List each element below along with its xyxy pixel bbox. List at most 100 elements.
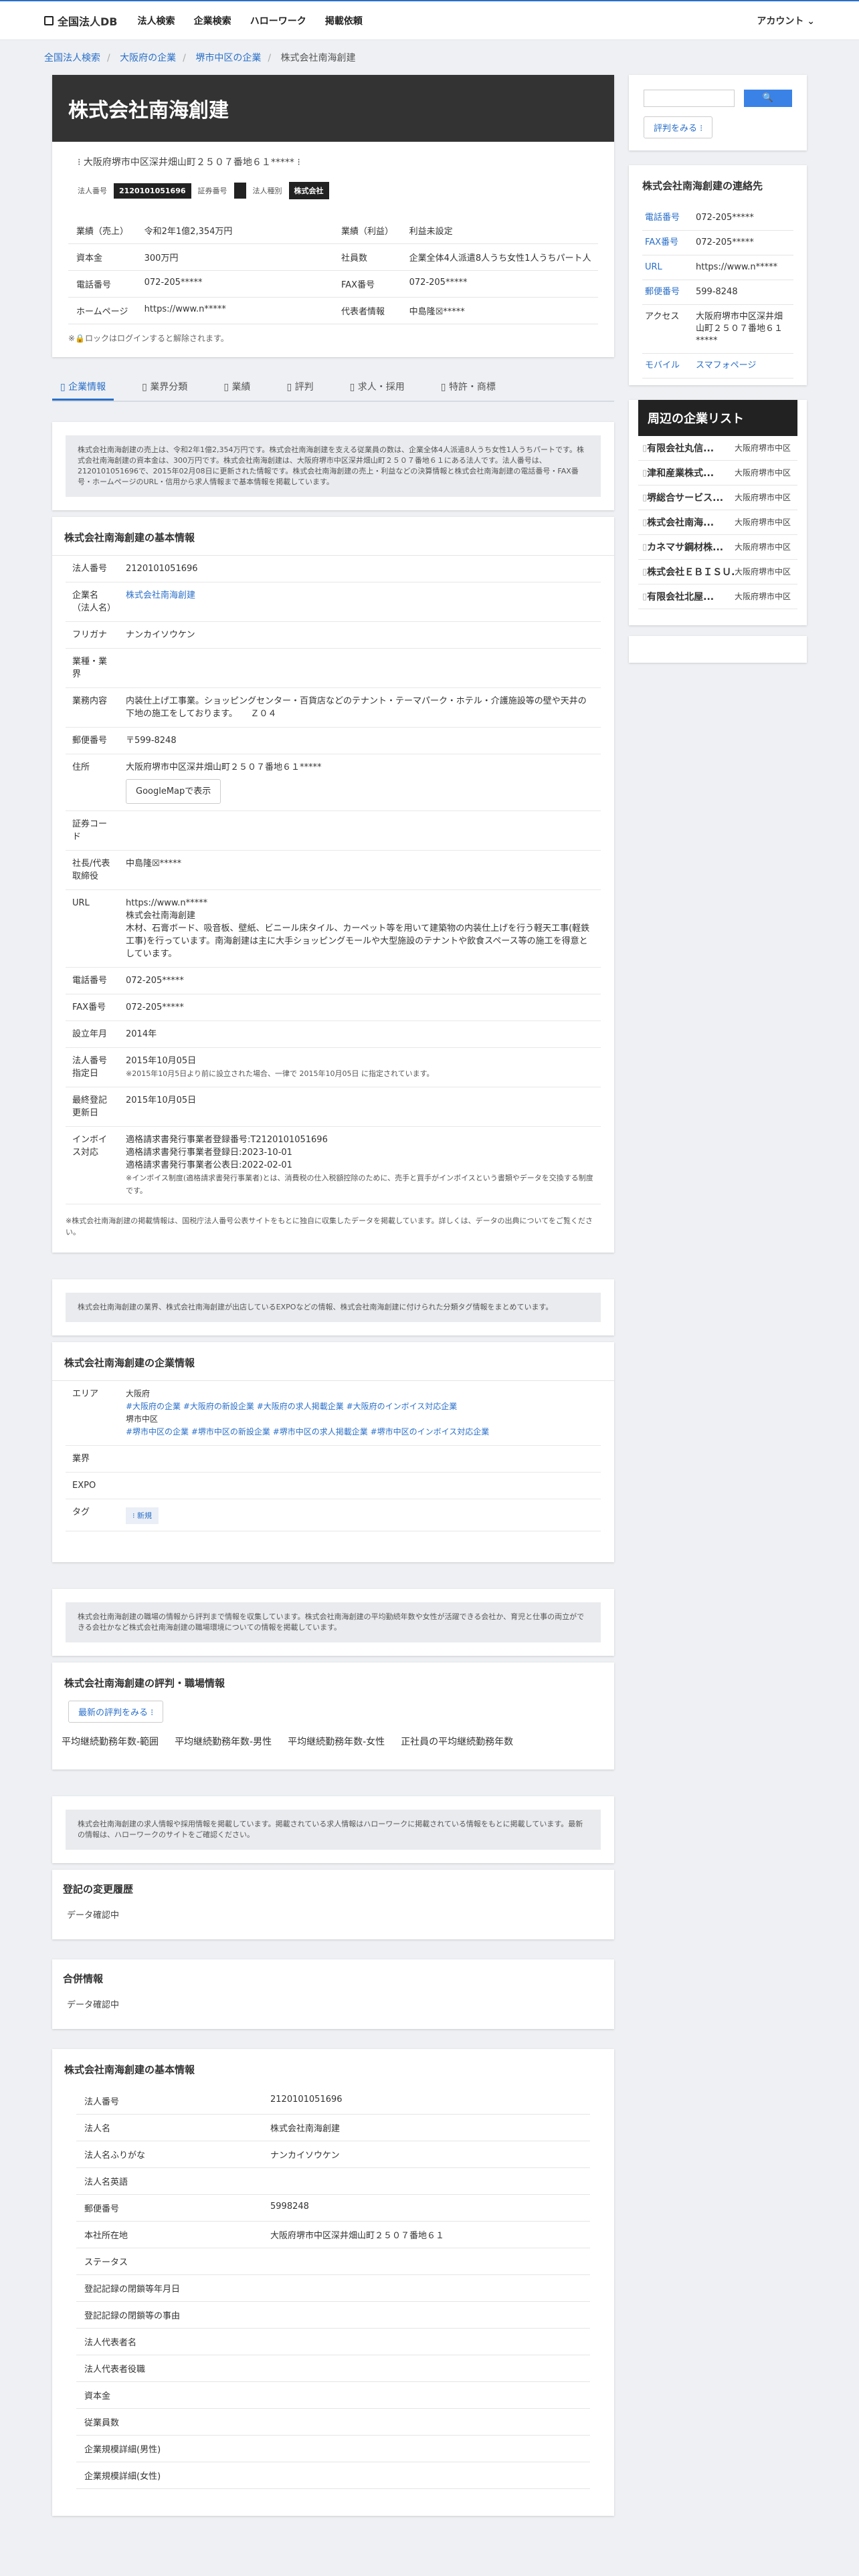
contact-value[interactable]: スマフォページ: [696, 360, 791, 372]
area-tags-osaka[interactable]: #大阪府の企業 #大阪府の新設企業 #大阪府の求人掲載企業 #大阪府のインボイス…: [126, 1400, 594, 1413]
site-logo[interactable]: 全国法人DB: [44, 13, 117, 29]
nearby-item[interactable]: ▯ 津和産業株式... 大阪府堺市中区: [638, 461, 797, 486]
row-label: ステータス: [84, 2258, 128, 2268]
nearby-name: 津和産業株式...: [647, 468, 714, 479]
table-row: 法人番号 2120101051696: [76, 2088, 590, 2115]
row-value: https://www.n***** 株式会社南海創建 木材、石膏ボード、吸音板…: [119, 890, 601, 967]
crumb-osaka[interactable]: 大阪府の企業: [120, 53, 176, 64]
side-search-input[interactable]: [644, 90, 735, 107]
page-title: 株式会社南海創建: [52, 75, 614, 142]
contact-label[interactable]: 郵便番号: [645, 286, 696, 298]
overview-cell: 中島隆☒*****: [409, 307, 465, 317]
nearby-name: 堺総合サービス...: [647, 493, 724, 504]
nearby-card: 周辺の企業リスト ▯ 有限会社丸信... 大阪府堺市中区 ▯ 津和産業株式... 大阪…: [629, 400, 807, 625]
row-value-text: 〒599-8248: [126, 736, 177, 746]
chevron-down-icon: ⌄: [807, 15, 815, 27]
row-value: 適格請求書発行事業者登録番号:T2120101051696 適格請求書発行事業者…: [119, 1127, 601, 1204]
logo-icon: [44, 15, 54, 25]
row-label: 法人番号指定日: [72, 1056, 108, 1079]
table-row: 最終登記更新日 2015年10月05日: [66, 1087, 601, 1127]
overview-cell: 電話番号: [76, 280, 112, 290]
row-label: 本社所在地: [84, 2231, 128, 2241]
nearby-item[interactable]: ▯ 有限会社丸信... 大阪府堺市中区: [638, 436, 797, 461]
nearby-item[interactable]: ▯ カネマサ鋼材株... 大阪府堺市中区: [638, 535, 797, 560]
nearby-item[interactable]: ▯ 株式会社ＥＢＩＳＵ... 大阪府堺市中区: [638, 560, 797, 584]
list-bullet-icon: ▯: [642, 517, 648, 528]
nav-company-search[interactable]: 企業検索: [194, 16, 231, 27]
search-icon[interactable]: 🔍: [744, 90, 792, 107]
row-value: 大阪府堺市中区深井畑山町２５０７番地６１: [270, 2231, 445, 2241]
overview-row: 電話番号 072-205***** FAX番号 072-205*****: [68, 271, 598, 298]
contact-value: 072-205*****: [696, 213, 754, 223]
nearby-item[interactable]: ▯ 有限会社北屋... 大阪府堺市中区: [638, 584, 797, 609]
row-value-text[interactable]: 株式会社南海創建: [126, 589, 594, 602]
overview-cell: 資本金: [76, 253, 103, 263]
tab-reputation[interactable]: ▯ 評判: [278, 374, 321, 401]
row-label: 業務内容: [72, 696, 108, 706]
row-value-text: 2015年10月05日: [126, 1056, 197, 1066]
industry-note-card: 株式会社南海創建の業界、株式会社南海創建が出店しているEXPOなどの情報、株式会…: [52, 1279, 614, 1335]
side-review-button[interactable]: 評判をみる ⁝: [644, 116, 713, 138]
history-card: 登記の変更履歴 データ確認中: [52, 1870, 614, 1939]
contact-label[interactable]: FAX番号: [645, 237, 696, 249]
row-label: 最終登記更新日: [72, 1095, 108, 1118]
side-search-card: 🔍 評判をみる ⁝: [629, 75, 807, 150]
contact-label[interactable]: 電話番号: [645, 212, 696, 224]
site-header: 全国法人DB 法人検索 企業検索 ハローワーク 掲載依頼 アカウント ⌄: [0, 1, 859, 40]
nav-hellowork[interactable]: ハローワーク: [250, 16, 306, 27]
tab-industry[interactable]: ▯ 業界分類: [134, 374, 195, 401]
nav-corp-search[interactable]: 法人検索: [137, 16, 175, 27]
table-row: 法人番号指定日 2015年10月05日 ※2015年10月5日より前に設立された場合…: [66, 1048, 601, 1087]
row-value: [270, 2416, 471, 2428]
overview-cell: https://www.n*****: [144, 304, 226, 314]
contact-row: 電話番号 072-205*****: [642, 206, 793, 231]
table-row: 法人名ふりがな ナンカイソウケン: [76, 2141, 590, 2168]
corp-info-card: 株式会社南海創建の企業情報 エリア 大阪府 #大阪府の企業 #大阪府の新設企業 #…: [52, 1342, 614, 1562]
crumb-sakai-naka[interactable]: 堺市中区の企業: [195, 53, 261, 64]
row-value: 5998248: [270, 2202, 309, 2212]
googlemap-button[interactable]: GoogleMapで表示: [126, 779, 221, 804]
row-label: 登記記録の閉鎖等の事由: [84, 2311, 181, 2321]
nav-listing-request[interactable]: 掲載依頼: [325, 16, 363, 27]
contact-value: 599-8248: [696, 287, 738, 297]
company-address: ⁝ 大阪府堺市中区深井畑山町２５０７番地６１***** ⁝: [78, 157, 300, 168]
overview-cell: 業績（利益）: [341, 227, 394, 237]
tab-company-info[interactable]: ▯ 企業情報: [52, 374, 114, 401]
table-row: 法人名 株式会社南海創建: [76, 2115, 590, 2141]
tab-jobs[interactable]: ▯ 求人・採用: [342, 374, 413, 401]
nearby-item[interactable]: ▯ 堺総合サービス... 大阪府堺市中区: [638, 486, 797, 510]
invoice-note: ※インボイス制度(適格請求書発行事業者)とは、消費税の仕入税額控除のために、売手…: [126, 1174, 593, 1195]
intro-card: 株式会社南海創建の売上は、令和2年1億2,354万円です。株式会社南海創建を支え…: [52, 422, 614, 510]
basic-info-card: 株式会社南海創建の基本情報 法人番号 2120101051696 企業名（法人名） 株…: [52, 517, 614, 1253]
basic-info-table: 法人番号 2120101051696 企業名（法人名） 株式会社南海創建 フリガナ ナンカ…: [66, 556, 601, 1204]
contact-label[interactable]: URL: [645, 261, 696, 274]
row-value: [270, 2255, 471, 2268]
job-note-card: 株式会社南海創建の求人情報や採用情報を掲載しています。掲載されている求人情報はハ…: [52, 1796, 614, 1863]
tag-chip[interactable]: ⁝ 新規: [126, 1507, 159, 1524]
row-value: [119, 649, 601, 687]
row-value: 株式会社南海創建: [119, 582, 601, 621]
table-row: 設立年月 2014年: [66, 1021, 601, 1048]
crumb-all[interactable]: 全国法人検索: [44, 53, 100, 64]
latest-review-button[interactable]: 最新の評判をみる ⁝: [68, 1701, 164, 1723]
contact-value: https://www.n*****: [696, 262, 778, 272]
overview-grid: 業績（売上） 令和2年1億2,354万円 業績（利益） 利益未設定 資本金 300万円 社員…: [68, 217, 598, 324]
nearby-item[interactable]: ▯ 株式会社南海... 大阪府堺市中区: [638, 510, 797, 535]
row-value-text: 072-205*****: [126, 1002, 184, 1012]
tab-performance[interactable]: ▯ 業績: [215, 374, 258, 401]
row-label: 証券コード: [72, 819, 108, 842]
contact-label[interactable]: モバイル: [645, 360, 696, 372]
account-menu[interactable]: アカウント ⌄: [757, 14, 815, 27]
list-bullet-icon: ▯: [642, 443, 648, 453]
table-row: インボイス対応 適格請求書発行事業者登録番号:T2120101051696 適格請…: [66, 1127, 601, 1204]
table-row: 登記記録の閉鎖等年月日: [76, 2275, 590, 2302]
tenure-stats: 平均継続勤務年数-範囲 平均継続勤務年数-男性 平均継続勤務年数-女性 正社員の平均継…: [62, 1737, 514, 1747]
row-value: 大阪府堺市中区深井畑山町２５０７番地６１***** GoogleMapで表示: [119, 754, 601, 811]
row-label: 企業規模詳細(男性): [84, 2445, 161, 2455]
intro-note: 株式会社南海創建の売上は、令和2年1億2,354万円です。株式会社南海創建を支え…: [66, 435, 601, 497]
area-tags-sakai[interactable]: #堺市中区の企業 #堺市中区の新設企業 #堺市中区の求人掲載企業 #堺市中区のイ…: [126, 1426, 594, 1438]
row-label: URL: [72, 898, 90, 908]
row-value: [270, 2362, 471, 2375]
overview-cell: FAX番号: [341, 280, 375, 290]
tab-patents[interactable]: ▯ 特許・商標: [433, 374, 504, 401]
